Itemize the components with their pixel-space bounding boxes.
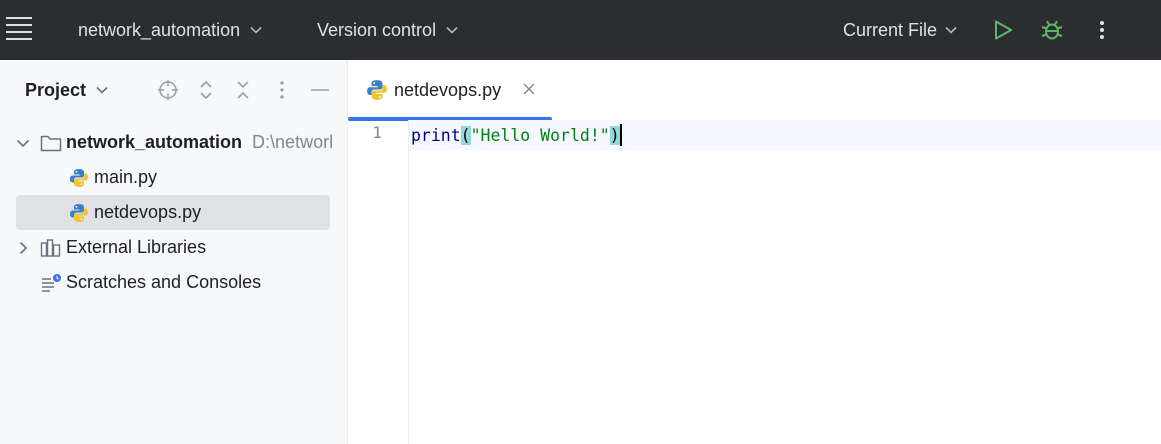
run-button[interactable] bbox=[992, 0, 1014, 60]
hamburger-icon-bar bbox=[6, 31, 32, 33]
vcs-label: Version control bbox=[317, 19, 437, 40]
tree-item-label: External Libraries bbox=[66, 237, 207, 257]
line-number-gutter[interactable] bbox=[348, 120, 409, 444]
code-string-token: "Hello World!" bbox=[470, 125, 610, 145]
scratches-icon bbox=[40, 272, 62, 294]
tree-item-scratches[interactable]: Scratches and Consoles bbox=[16, 265, 330, 300]
tree-item-label: netdevops.py bbox=[94, 202, 202, 222]
line-number: 1 bbox=[372, 123, 382, 142]
expand-all-icon bbox=[200, 80, 212, 100]
tree-item-label: main.py bbox=[94, 167, 158, 187]
project-switcher[interactable]: network_automation bbox=[78, 0, 262, 60]
minimize-icon bbox=[311, 89, 329, 91]
editor-tab-bar: netdevops.py bbox=[348, 60, 1161, 121]
folder-icon bbox=[40, 132, 62, 154]
crosshair-icon bbox=[158, 80, 178, 100]
run-configuration-selector[interactable]: Current File bbox=[843, 0, 957, 60]
chevron-right-icon bbox=[19, 241, 28, 255]
tree-item-netdevops-py[interactable]: netdevops.py bbox=[16, 195, 330, 230]
project-root-name: network_automation bbox=[66, 132, 243, 152]
debug-button[interactable] bbox=[1040, 0, 1064, 60]
play-icon bbox=[995, 20, 1012, 40]
expand-all-button[interactable] bbox=[194, 78, 218, 102]
library-icon bbox=[40, 237, 62, 259]
project-view-selector[interactable]: Project bbox=[25, 60, 108, 120]
more-vertical-icon bbox=[280, 81, 284, 99]
close-icon[interactable] bbox=[522, 82, 536, 96]
run-config-label: Current File bbox=[843, 19, 938, 40]
collapse-all-button[interactable] bbox=[231, 78, 255, 102]
python-file-icon bbox=[68, 202, 90, 224]
tree-item-main-py[interactable]: main.py bbox=[16, 160, 330, 195]
tree-item-external-libraries[interactable]: External Libraries bbox=[16, 230, 330, 265]
text-caret bbox=[619, 124, 622, 146]
project-name: network_automation bbox=[78, 19, 241, 40]
chevron-down-icon bbox=[446, 26, 458, 34]
tree-item-label: Scratches and Consoles bbox=[66, 272, 262, 292]
tab-label: netdevops.py bbox=[394, 79, 502, 100]
more-actions-button[interactable] bbox=[1092, 0, 1112, 60]
tree-item-label: network_automation D:\networl bbox=[66, 132, 333, 153]
bug-icon bbox=[1041, 20, 1063, 40]
hamburger-icon-bar bbox=[6, 24, 32, 26]
more-vertical-icon bbox=[1100, 21, 1104, 39]
chevron-down-icon bbox=[16, 139, 30, 148]
python-file-icon bbox=[68, 167, 90, 189]
chevron-down-icon bbox=[96, 86, 108, 94]
hamburger-icon-bar bbox=[6, 17, 32, 19]
editor-area: netdevops.py 1 print("Hello World!") bbox=[348, 60, 1161, 444]
code-paren-token: ( bbox=[460, 125, 471, 145]
project-panel-title: Project bbox=[25, 79, 87, 100]
code-paren-token: ) bbox=[609, 125, 620, 145]
hamburger-icon-bar bbox=[6, 38, 32, 40]
python-file-icon bbox=[367, 80, 387, 100]
project-root-path: D:\networl bbox=[252, 132, 334, 152]
tab-netdevops-py[interactable]: netdevops.py bbox=[348, 60, 552, 121]
code-line[interactable]: print("Hello World!") bbox=[411, 123, 622, 147]
panel-options-button[interactable] bbox=[270, 78, 294, 102]
chevron-down-icon bbox=[250, 26, 262, 34]
code-function-token: print bbox=[411, 125, 461, 145]
title-bar: network_automation Version control Curre… bbox=[0, 0, 1161, 60]
chevron-down-icon bbox=[945, 26, 957, 34]
project-tool-window: Project network_automation D:\networl ma… bbox=[0, 60, 348, 444]
project-panel-header: Project bbox=[0, 60, 347, 120]
version-control-menu[interactable]: Version control bbox=[317, 0, 458, 60]
collapse-all-icon bbox=[237, 81, 249, 99]
locate-file-button[interactable] bbox=[156, 78, 180, 102]
hide-panel-button[interactable] bbox=[308, 78, 332, 102]
main-menu-button[interactable] bbox=[6, 0, 32, 60]
tree-item-project-root[interactable]: network_automation D:\networl bbox=[16, 125, 333, 160]
